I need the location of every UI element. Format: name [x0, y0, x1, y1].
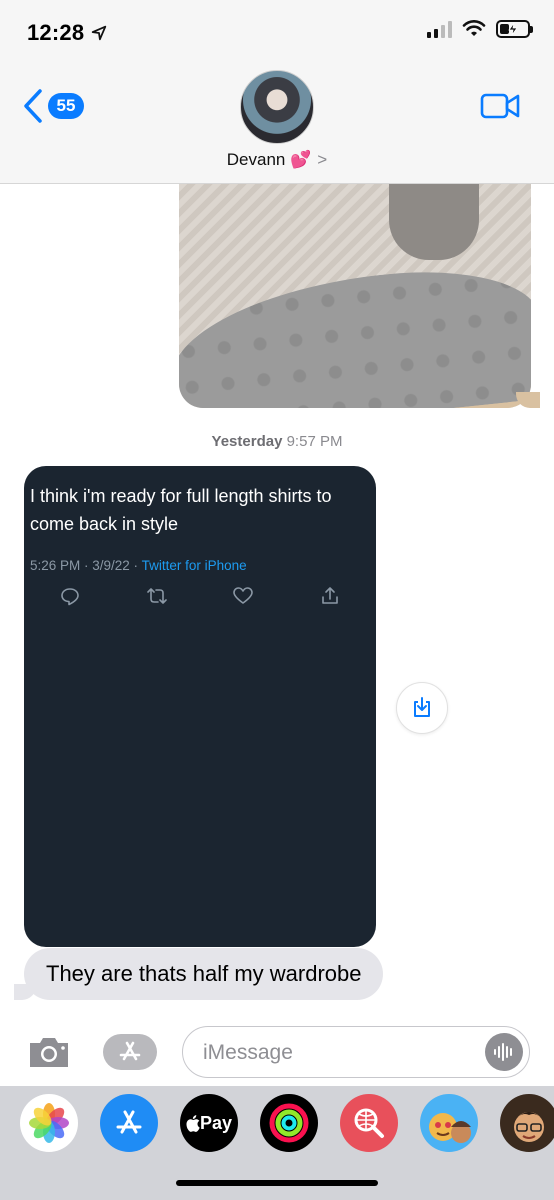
- time-label: 12:28: [27, 20, 85, 45]
- apple-logo-icon: [186, 1114, 200, 1132]
- chevron-left-icon: [24, 89, 42, 123]
- tweet-actions: [60, 586, 340, 606]
- home-indicator[interactable]: [176, 1180, 378, 1186]
- image-search-app-button[interactable]: [340, 1094, 398, 1152]
- timestamp-time: 9:57 PM: [286, 433, 343, 450]
- share-icon: [322, 587, 338, 604]
- photos-icon: [29, 1103, 69, 1143]
- app-store-app-button[interactable]: [100, 1094, 158, 1152]
- app-store-icon: [119, 1041, 141, 1061]
- image-search-icon: [354, 1108, 384, 1138]
- message-timestamp: Yesterday 9:57 PM: [0, 433, 554, 450]
- reply-icon: [61, 588, 79, 606]
- apple-pay-app-button[interactable]: Pay: [180, 1094, 238, 1152]
- contact-avatar[interactable]: [240, 70, 314, 144]
- memoji-icon: [429, 1113, 471, 1143]
- fitness-app-button[interactable]: [260, 1094, 318, 1152]
- conversation-header: 12:28 55 Devann 💕 >: [0, 0, 554, 184]
- status-time: 12:28: [27, 20, 108, 46]
- contact-name-button[interactable]: Devann 💕 >: [0, 150, 554, 170]
- audio-waveform-icon: [494, 1043, 512, 1061]
- tweet-source: Twitter for iPhone: [141, 558, 247, 573]
- app-store-toggle-button[interactable]: [103, 1034, 157, 1070]
- tweet-screenshot-message[interactable]: I think i'm ready for full length shirts…: [24, 466, 376, 947]
- sent-photo-message[interactable]: [179, 150, 531, 408]
- contact-name: Devann 💕: [226, 150, 312, 169]
- wifi-icon: [462, 20, 486, 36]
- input-placeholder: iMessage: [203, 1041, 293, 1064]
- status-indicators: [427, 20, 533, 38]
- memoji-app-button[interactable]: [420, 1094, 478, 1152]
- memoji-stickers-app-button[interactable]: [500, 1094, 554, 1152]
- download-icon: [414, 697, 430, 717]
- like-icon: [233, 587, 254, 604]
- chevron-right-icon: >: [317, 150, 328, 169]
- voice-message-button[interactable]: [485, 1033, 523, 1071]
- photo-detail: [179, 258, 531, 408]
- imessage-app-drawer: Pay: [0, 1086, 554, 1200]
- received-message-bubble[interactable]: They are thats half my wardrobe: [24, 948, 384, 1000]
- location-arrow-icon: [92, 25, 107, 41]
- message-text: They are thats half my wardrobe: [46, 961, 362, 986]
- app-store-icon: [116, 1110, 142, 1134]
- tweet-date: 5:26 PM · 3/9/22 ·: [30, 558, 142, 573]
- tweet-meta: 5:26 PM · 3/9/22 · Twitter for iPhone: [30, 558, 247, 573]
- back-button[interactable]: 55: [22, 88, 84, 124]
- save-image-button[interactable]: [396, 682, 448, 734]
- battery-icon: [496, 20, 533, 38]
- retweet-icon: [146, 588, 167, 604]
- pay-label: Pay: [199, 1112, 233, 1133]
- timestamp-day: Yesterday: [211, 433, 283, 450]
- fitness-icon: [269, 1103, 309, 1143]
- video-call-icon[interactable]: [480, 92, 520, 120]
- compose-bar: iMessage: [0, 1018, 554, 1086]
- tweet-text: I think i'm ready for full length shirts…: [30, 486, 332, 534]
- imessage-input[interactable]: iMessage: [182, 1026, 530, 1078]
- unread-count-badge: 55: [48, 93, 84, 119]
- memoji-icon: [513, 1112, 545, 1142]
- cellular-signal-icon: [427, 20, 452, 38]
- photos-app-button[interactable]: [20, 1094, 78, 1152]
- camera-icon[interactable]: [26, 1034, 72, 1070]
